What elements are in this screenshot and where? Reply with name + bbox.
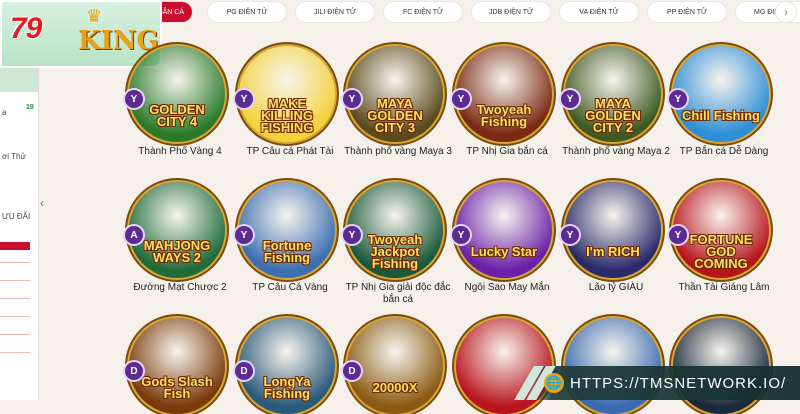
game-art-title: I'm RICH <box>586 244 640 259</box>
game-art-title: 20000X <box>372 380 418 395</box>
game-thumbnail[interactable]: FORTUNE GOD COMING <box>673 182 769 278</box>
game-name: Lão tỷ GIÀU <box>588 282 644 293</box>
divider <box>0 334 30 335</box>
game-thumbnail[interactable]: MAYA GOLDEN CITY 2 <box>565 46 661 142</box>
game-art-title: MAHJONG WAYS 2 <box>143 238 211 265</box>
provider-badge: Y <box>561 226 579 244</box>
game-art-title: Chill Fishing <box>682 108 760 123</box>
game-art-title: LongYa Fishing <box>263 374 311 401</box>
tab-pp[interactable]: PP ĐIỆN TỬ <box>648 2 726 22</box>
provider-badge: D <box>235 362 253 380</box>
game-art-title: Fortune Fishing <box>262 238 312 265</box>
game-thumbnail[interactable]: Lucky Star <box>456 182 552 278</box>
tab-va[interactable]: VA ĐIỆN TỬ <box>560 2 638 22</box>
game-thumbnail[interactable]: MAYA GOLDEN CITY 3 <box>347 46 443 142</box>
game-thumbnail[interactable]: I'm RICH <box>565 182 661 278</box>
divider <box>0 352 30 353</box>
game-art-title: Twoyeah Fishing <box>476 102 532 129</box>
game-name: Thành phố vàng Maya 2 <box>562 146 670 157</box>
game-art-title: MAYA GOLDEN CITY 3 <box>367 96 423 135</box>
game-thumbnail[interactable]: Chill Fishing <box>673 46 769 142</box>
game-name: Đường Mạt Chược 2 <box>133 282 227 293</box>
game-name: TP Câu Cá Vàng <box>252 282 328 293</box>
provider-badge: Y <box>343 226 361 244</box>
sidebar-red-bar <box>0 242 30 250</box>
game-thumbnail[interactable]: Twoyeah Fishing <box>456 46 552 142</box>
divider <box>0 298 30 299</box>
game-art-title: Gods Slash Fish <box>141 374 213 401</box>
provider-badge: Y <box>343 90 361 108</box>
tab-fc[interactable]: FC ĐIỆN TỬ <box>384 2 462 22</box>
provider-badge: A <box>125 226 143 244</box>
watermark-banner: 🌐 HTTPS://TMSNETWORK.IO/ <box>514 366 800 400</box>
provider-badge: D <box>125 362 143 380</box>
game-name: Thần Tài Giáng Lâm <box>678 282 770 293</box>
sidebar-text: a <box>2 108 7 117</box>
provider-badge: Y <box>125 90 143 108</box>
game-thumbnail[interactable]: Twoyeah Jackpot Fishing <box>347 182 443 278</box>
crown-icon: ♛ <box>86 6 103 26</box>
divider <box>0 280 30 281</box>
game-art-title: FORTUNE GOD COMING <box>689 232 753 271</box>
tab-jdb[interactable]: JDB ĐIỆN TỬ <box>472 2 550 22</box>
game-art-title: Lucky Star <box>470 244 538 259</box>
provider-tabs: BẮN CÁ PG ĐIỆN TỬ JILI ĐIỆN TỬ FC ĐIỆN T… <box>150 0 800 24</box>
sidebar-item-trial[interactable]: ơi Thử <box>2 152 26 161</box>
game-name: TP Bắn cá Dễ Dàng <box>679 146 769 157</box>
watermark-url: HTTPS://TMSNETWORK.IO/ <box>570 375 787 392</box>
game-thumbnail[interactable]: MAHJONG WAYS 2 <box>129 182 225 278</box>
game-name: TP Nhị Gia giải độc đắc bắn cá <box>345 282 451 305</box>
game-name: TP Câu cá Phát Tài <box>246 146 334 157</box>
logo-word: KING <box>78 26 159 56</box>
globe-icon: 🌐 <box>544 373 564 393</box>
provider-badge: Y <box>452 226 470 244</box>
game-thumbnail[interactable]: GOLDEN CITY 4 <box>129 46 225 142</box>
game-name: Thành Phố Vàng 4 <box>138 146 222 157</box>
game-art-title: MAKE KILLING FISHING <box>260 96 314 135</box>
logo-number: 79 <box>10 12 42 45</box>
sidebar-header <box>0 66 38 92</box>
divider <box>0 316 30 317</box>
sidebar-badge: 19 <box>26 104 34 111</box>
game-art-title: MAYA GOLDEN CITY 2 <box>585 96 641 135</box>
sidebar-item-promo[interactable]: ƯU ĐÃI <box>2 212 30 221</box>
game-art-title: GOLDEN CITY 4 <box>149 102 205 129</box>
sidebar: a 19 ơi Thử ƯU ĐÃI <box>0 66 39 400</box>
provider-badge: Y <box>669 90 687 108</box>
chevron-right-icon[interactable]: › <box>776 2 796 22</box>
provider-badge: Y <box>235 226 253 244</box>
game-name: Thành phố vàng Maya 3 <box>344 146 452 157</box>
collapse-chevron-icon[interactable]: ‹ <box>40 196 50 210</box>
game-name: Ngôi Sao May Mắn <box>464 282 550 293</box>
divider <box>0 262 30 263</box>
game-name: TP Nhị Gia bắn cá <box>466 146 548 157</box>
tab-jili[interactable]: JILI ĐIỆN TỬ <box>296 2 374 22</box>
provider-badge: Y <box>669 226 687 244</box>
logo[interactable]: ♛ 79 KING <box>0 0 162 68</box>
provider-badge: Y <box>452 90 470 108</box>
provider-badge: Y <box>561 90 579 108</box>
game-thumbnail[interactable]: MAKE KILLING FISHING <box>239 46 335 142</box>
game-art-title: Twoyeah Jackpot Fishing <box>367 232 423 271</box>
tab-pg[interactable]: PG ĐIỆN TỬ <box>208 2 286 22</box>
provider-badge: D <box>343 362 361 380</box>
game-thumbnail[interactable]: Fortune Fishing <box>239 182 335 278</box>
provider-badge: Y <box>235 90 253 108</box>
